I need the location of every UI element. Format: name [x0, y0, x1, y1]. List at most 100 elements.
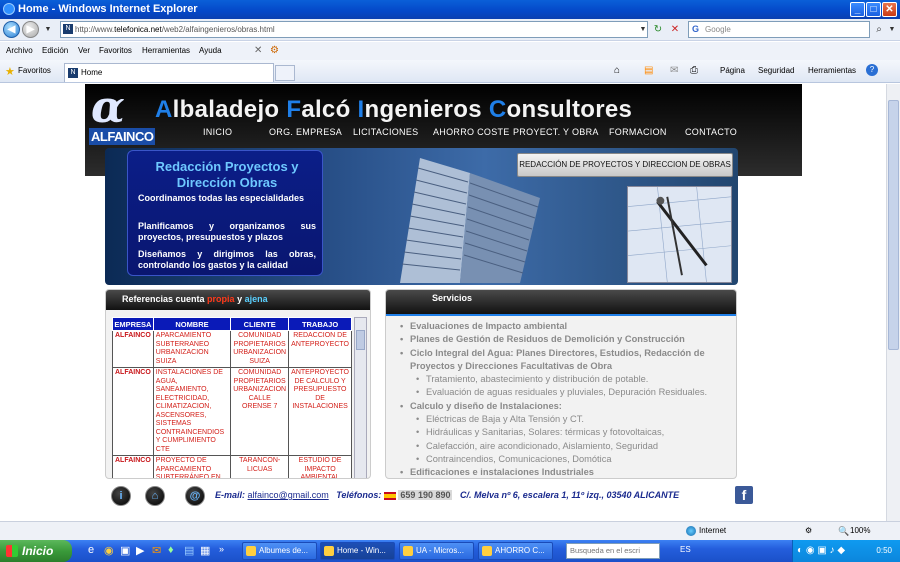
- search-input[interactable]: G Google: [688, 21, 870, 38]
- system-tray: ◐ ◉ ▣ ♪ ◆ 0:50: [792, 540, 900, 562]
- nav-org-empresa[interactable]: ORG. EMPRESA: [269, 127, 342, 137]
- quick-launch-app4-icon[interactable]: ▦: [200, 544, 210, 557]
- nav-proyect-obra[interactable]: PROYECT. Y OBRA: [513, 127, 599, 137]
- feeds-icon[interactable]: ▤: [644, 65, 653, 76]
- references-scroll-thumb[interactable]: [356, 330, 365, 350]
- site-favicon-icon: N: [63, 24, 73, 34]
- quick-launch-app2-icon[interactable]: ♦: [168, 544, 174, 556]
- quick-launch-chrome-icon[interactable]: ◉: [104, 544, 114, 557]
- menu-favoritos[interactable]: Favoritos: [99, 42, 132, 60]
- quick-launch-explorer-icon[interactable]: ▣: [120, 544, 130, 557]
- address-dropdown-icon[interactable]: ▼: [636, 22, 650, 37]
- service-item: Contraincendios, Comunicaciones, Domótic…: [398, 453, 734, 467]
- email-link[interactable]: alfainco@gmail.com: [248, 490, 329, 500]
- table-cell: COMUNIDAD PROPIETARIOS URBANIZACION SUIZ…: [230, 330, 290, 368]
- refresh-icon[interactable]: ↻: [651, 22, 665, 37]
- home-icon[interactable]: ⌂: [145, 486, 165, 506]
- favorites-label[interactable]: Favoritos: [18, 66, 51, 75]
- menu-bar: Archivo Edición Ver Favoritos Herramient…: [0, 42, 900, 60]
- services-title: Servicios: [386, 290, 736, 316]
- page-menu[interactable]: Página: [720, 66, 745, 75]
- quick-launch-app-icon[interactable]: ✉: [152, 544, 161, 557]
- search-options-icon[interactable]: ▼: [885, 22, 899, 37]
- site-title: Albaladejo Falcó Ingenieros Consultores: [155, 96, 632, 124]
- addon-icon[interactable]: ⚙: [270, 42, 279, 60]
- word-icon: [482, 546, 492, 556]
- mail-icon[interactable]: ✉: [670, 65, 678, 76]
- tools-menu[interactable]: Herramientas: [808, 66, 856, 75]
- history-dropdown-icon[interactable]: ▼: [41, 22, 55, 37]
- url-prefix: http://www.: [75, 25, 115, 34]
- taskbar-item-albumes[interactable]: Albumes de...: [242, 542, 317, 560]
- service-item: Ciclo Integral del Agua: Planes Director…: [398, 347, 734, 374]
- service-item: Evaluación de aguas residuales y pluvial…: [398, 386, 734, 400]
- taskbar-item-home[interactable]: Home - Win...: [320, 542, 395, 560]
- menu-ver[interactable]: Ver: [78, 42, 90, 60]
- quick-launch-media-icon[interactable]: ▶: [136, 544, 144, 557]
- search-icon[interactable]: ⌕: [872, 22, 886, 37]
- menu-edicion[interactable]: Edición: [42, 42, 68, 60]
- logo-alpha-symbol[interactable]: α: [91, 84, 125, 133]
- help-icon[interactable]: ?: [866, 64, 878, 76]
- references-title-others: ajena: [244, 294, 268, 304]
- nav-inicio[interactable]: INICIO: [203, 127, 232, 137]
- email-at-icon[interactable]: @: [185, 486, 205, 506]
- start-button[interactable]: Inicio: [0, 540, 72, 562]
- phone-number[interactable]: 659 190 890: [398, 490, 453, 500]
- forward-button[interactable]: ▶: [22, 21, 39, 38]
- tab-title: Home: [81, 68, 103, 77]
- minimize-button[interactable]: _: [850, 2, 865, 17]
- logo-text[interactable]: ALFAINCO: [89, 128, 156, 145]
- address-input[interactable]: N http://www.telefonica.net/web2/alfaing…: [60, 21, 648, 38]
- tab-home[interactable]: N Home: [64, 63, 274, 82]
- protected-mode-icon[interactable]: ⚙: [805, 522, 812, 540]
- url-path: /web2/alfaingenieros/obras.html: [161, 25, 275, 34]
- page-scrollbar[interactable]: [886, 84, 900, 521]
- references-scrollbar[interactable]: [354, 317, 367, 478]
- clock: 0:50: [876, 546, 892, 555]
- close-button[interactable]: ✕: [882, 2, 897, 17]
- title-part: A: [155, 96, 173, 123]
- desktop-search-input[interactable]: Busqueda en el escri: [566, 543, 660, 559]
- security-zone: Internet: [699, 526, 727, 535]
- zoom-level[interactable]: 100%: [850, 522, 870, 540]
- new-tab-button[interactable]: [275, 65, 295, 81]
- quick-launch-more-icon[interactable]: »: [219, 544, 224, 554]
- page-scroll-thumb[interactable]: [888, 100, 899, 350]
- table-cell: INSTALACIONES DE AGUA, SANEAMIENTO, ELEC…: [152, 367, 232, 456]
- title-part: F: [286, 96, 302, 123]
- taskbar-item-ua[interactable]: UA - Micros...: [399, 542, 474, 560]
- back-button[interactable]: ◀: [3, 21, 20, 38]
- menu-ayuda[interactable]: Ayuda: [199, 42, 222, 60]
- print-icon[interactable]: ⎙: [690, 65, 698, 76]
- quick-launch-app3-icon[interactable]: ▤: [184, 544, 194, 557]
- facebook-icon[interactable]: f: [735, 486, 753, 504]
- references-panel: Referencias cuenta propia y ajena EMPRES…: [105, 289, 371, 479]
- title-part: ngenieros: [364, 96, 489, 123]
- redaccion-proyectos-button[interactable]: REDACCIÓN DE PROYECTOS Y DIRECCION DE OB…: [517, 153, 733, 177]
- nav-contacto[interactable]: CONTACTO: [685, 127, 737, 137]
- taskbar-item-ahorro[interactable]: AHORRO C...: [478, 542, 553, 560]
- banner-paragraph: Diseñamos y dirigimos las obras, control…: [138, 249, 316, 270]
- address: C/. Melva nº 6, escalera 1, 11º izq., 03…: [460, 490, 680, 500]
- tray-icons[interactable]: ◐ ◉ ▣ ♪ ◆: [797, 540, 845, 562]
- table-cell: ALFAINCO: [112, 455, 154, 478]
- column-header: NOMBRE: [152, 317, 232, 331]
- nav-ahorro-coste[interactable]: AHORRO COSTE: [433, 127, 510, 137]
- favorites-star-icon[interactable]: ★: [5, 65, 15, 78]
- menu-herramientas[interactable]: Herramientas: [142, 42, 190, 60]
- desktop-search-icon[interactable]: ⌕: [648, 544, 654, 555]
- close-bar-icon[interactable]: ✕: [254, 42, 262, 60]
- language-indicator[interactable]: ES: [680, 545, 691, 554]
- nav-formacion[interactable]: FORMACION: [609, 127, 667, 137]
- quick-launch-ie-icon[interactable]: e: [88, 544, 94, 556]
- security-menu[interactable]: Seguridad: [758, 66, 794, 75]
- info-icon[interactable]: i: [111, 486, 131, 506]
- maximize-button[interactable]: □: [866, 2, 881, 17]
- title-part: alcó: [301, 96, 358, 123]
- nav-licitaciones[interactable]: LICITACIONES: [353, 127, 418, 137]
- home-icon[interactable]: ⌂: [614, 65, 620, 76]
- menu-archivo[interactable]: Archivo: [6, 42, 33, 60]
- service-item: Calculo y diseño de Instalaciones:: [398, 400, 734, 414]
- stop-icon[interactable]: ✕: [668, 22, 682, 37]
